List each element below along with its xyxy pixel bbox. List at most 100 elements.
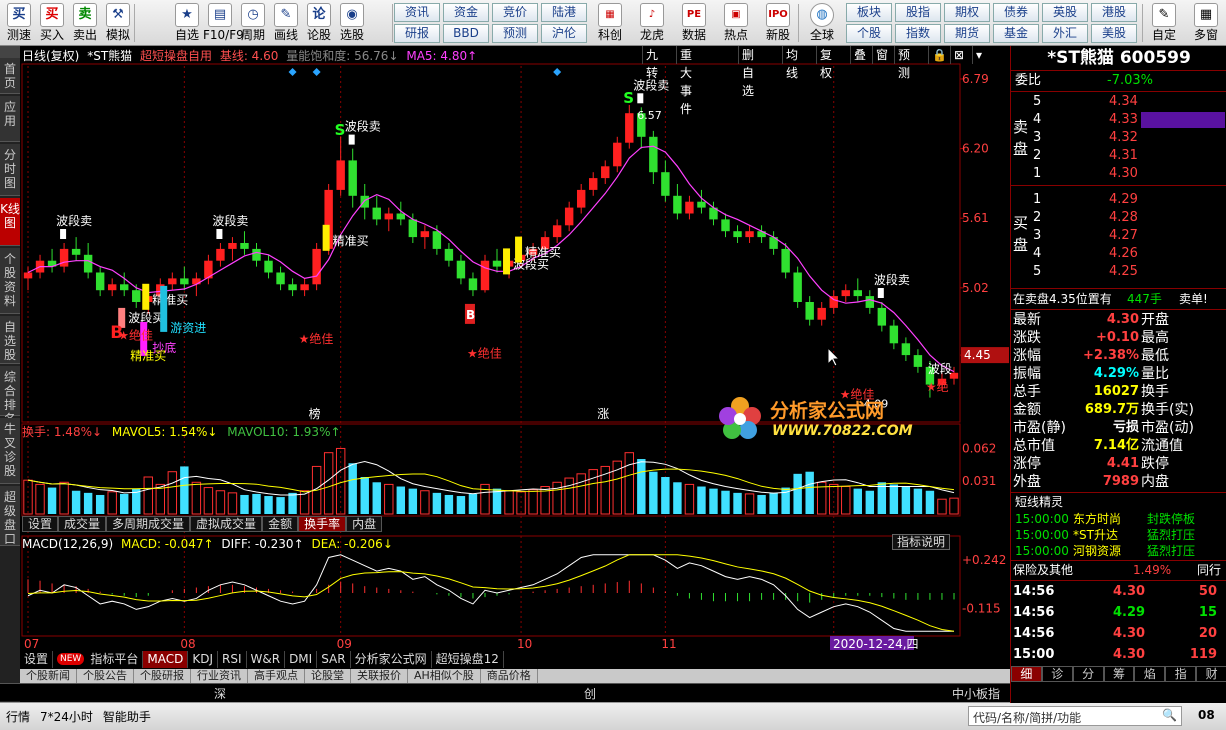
short-row[interactable]: 15:00:00 东方时尚 封跌停板 — [1011, 511, 1226, 527]
toolbar-button-0[interactable]: 买测速 — [2, 2, 36, 44]
sell-row[interactable]: 2 4.31 — [1011, 147, 1226, 165]
grid2-button-1-0[interactable]: 个股 — [846, 24, 892, 43]
volume-subtab-4[interactable]: 金额 — [262, 516, 299, 532]
chart-tool-7[interactable]: 预测 — [894, 46, 913, 80]
grid-button-0-1[interactable]: 资金 — [443, 3, 489, 22]
sell-row[interactable]: 1 4.30 — [1011, 165, 1226, 183]
news-tab-4[interactable]: 高手观点 — [248, 669, 305, 683]
left-tab-3[interactable]: K线图 — [0, 198, 20, 246]
toolbar-icon-button-4[interactable]: IPO 新股 — [758, 2, 798, 44]
chart-tool-10[interactable]: ▾ — [972, 46, 985, 64]
left-tab-6[interactable]: 综合排名 — [0, 366, 20, 426]
grid2-button-0-4[interactable]: 英股 — [1042, 3, 1088, 22]
left-tab-2[interactable]: 分时图 — [0, 144, 20, 196]
globe-button[interactable]: ◍ 全球 — [802, 2, 842, 44]
buy-row[interactable]: 2 4.28 — [1011, 209, 1226, 227]
quote-tab-5[interactable]: 指 — [1165, 666, 1197, 682]
grid2-button-0-5[interactable]: 港股 — [1091, 3, 1137, 22]
left-tab-4[interactable]: 个股资料 — [0, 248, 20, 314]
status-item-1[interactable]: 7*24小时 — [40, 708, 93, 725]
indicator-tab-8[interactable]: 分析家公式网 — [351, 651, 432, 668]
buy-row[interactable]: 4 4.26 — [1011, 245, 1226, 263]
indicator-tab-2[interactable]: MACD — [143, 651, 189, 668]
news-tab-6[interactable]: 关联报价 — [351, 669, 408, 683]
chart-tool-3[interactable]: 均线 — [782, 46, 801, 80]
quote-tab-3[interactable]: 筹 — [1103, 666, 1135, 682]
grid2-button-1-2[interactable]: 期货 — [944, 24, 990, 43]
chart-tool-9[interactable]: ⊠ — [950, 46, 967, 64]
toolbar-button-7[interactable]: ✎ 画线 — [269, 2, 303, 44]
indicator-tab-0[interactable]: 设置 — [20, 651, 54, 668]
toolbar-icon-button-2[interactable]: PE 数据 — [674, 2, 714, 44]
multi-window-button[interactable]: ▦ 多窗 — [1188, 2, 1224, 44]
indicator-tab-4[interactable]: RSI — [218, 651, 247, 668]
quote-tab-1[interactable]: 诊 — [1041, 666, 1073, 682]
news-tab-1[interactable]: 个股公告 — [77, 669, 134, 683]
news-tab-5[interactable]: 论股堂 — [305, 669, 351, 683]
grid2-button-0-1[interactable]: 股指 — [895, 3, 941, 22]
grid2-button-1-4[interactable]: 外汇 — [1042, 24, 1088, 43]
grid2-button-0-0[interactable]: 板块 — [846, 3, 892, 22]
toolbar-button-4[interactable]: ★ 自选 — [170, 2, 204, 44]
toolbar-icon-button-3[interactable]: ▣ 热点 — [716, 2, 756, 44]
search-icon[interactable]: 🔍 — [1162, 708, 1177, 722]
buy-row[interactable]: 3 4.27 — [1011, 227, 1226, 245]
chart-tool-1[interactable]: 重大事件 — [676, 46, 695, 116]
chart-tool-6[interactable]: 窗 — [872, 46, 891, 64]
grid-button-1-2[interactable]: 预测 — [492, 24, 538, 43]
volume-subtab-6[interactable]: 内盘 — [346, 516, 383, 532]
news-tab-3[interactable]: 行业资讯 — [191, 669, 248, 683]
market-shen[interactable]: 深 — [214, 685, 226, 702]
left-tab-5[interactable]: 自选股 — [0, 316, 20, 364]
market-smb[interactable]: 中小板指 — [952, 685, 1000, 702]
status-item-0[interactable]: 行情 — [6, 708, 30, 725]
indicator-tab-5[interactable]: W&R — [247, 651, 286, 668]
buy-row[interactable]: 1 4.29 — [1011, 191, 1226, 209]
short-row[interactable]: 15:00:00 河钢资源 猛烈打压 — [1011, 543, 1226, 559]
grid2-button-1-5[interactable]: 美股 — [1091, 24, 1137, 43]
kline-chart-svg[interactable]: 6.796.205.615.024.454.45波段卖波段卖波段卖波段卖波段卖S… — [20, 46, 1010, 651]
toolbar-button-3[interactable]: ⚒ 模拟 — [101, 2, 135, 44]
grid-button-1-0[interactable]: 研报 — [394, 24, 440, 43]
toolbar-button-9[interactable]: ◉ 选股 — [335, 2, 369, 44]
quote-tab-6[interactable]: 财 — [1196, 666, 1226, 682]
volume-subtab-1[interactable]: 成交量 — [58, 516, 107, 532]
grid-button-1-1[interactable]: BBD — [443, 24, 489, 43]
toolbar-button-6[interactable]: ◷ 周期 — [236, 2, 270, 44]
indicator-tab-1[interactable]: 指标平台 — [86, 651, 144, 668]
grid2-button-1-3[interactable]: 基金 — [993, 24, 1039, 43]
toolbar-button-2[interactable]: 卖卖出 — [68, 2, 102, 44]
indicator-tab-3[interactable]: KDJ — [188, 651, 218, 668]
indicator-help-button[interactable]: 指标说明 — [892, 534, 951, 550]
custom-button[interactable]: ✎ 自定 — [1146, 2, 1182, 44]
left-tab-0[interactable]: 首页 — [0, 58, 20, 94]
grid2-button-0-3[interactable]: 债券 — [993, 3, 1039, 22]
quote-tab-0[interactable]: 细 — [1011, 666, 1042, 682]
volume-subtab-5[interactable]: 换手率 — [298, 516, 347, 532]
toolbar-icon-button-1[interactable]: ♪ 龙虎 — [632, 2, 672, 44]
quote-tab-4[interactable]: 焰 — [1134, 666, 1166, 682]
buy-row[interactable]: 5 4.25 — [1011, 263, 1226, 281]
chart-tool-0[interactable]: 九转 — [642, 46, 661, 80]
toolbar-button-1[interactable]: 买买入 — [35, 2, 69, 44]
news-tab-2[interactable]: 个股研报 — [134, 669, 191, 683]
market-chuang[interactable]: 创 — [584, 685, 596, 702]
left-tab-7[interactable]: 牛叉诊股 — [0, 418, 20, 484]
grid-button-1-3[interactable]: 沪伦 — [541, 24, 587, 43]
indicator-tab-9[interactable]: 超短操盘12 — [432, 651, 504, 668]
sell-row[interactable]: 3 4.32 — [1011, 129, 1226, 147]
grid-button-0-3[interactable]: 陆港 — [541, 3, 587, 22]
toolbar-button-5[interactable]: ▤ F10/F9 — [203, 2, 244, 44]
toolbar-icon-button-0[interactable]: ▦ 科创 — [590, 2, 630, 44]
volume-subtab-0[interactable]: 设置 — [22, 516, 59, 532]
left-tab-8[interactable]: 超级盘口 — [0, 486, 20, 546]
grid-button-0-2[interactable]: 竞价 — [492, 3, 538, 22]
quote-tab-2[interactable]: 分 — [1072, 666, 1104, 682]
grid2-button-0-2[interactable]: 期权 — [944, 3, 990, 22]
chart-tool-4[interactable]: 复权 — [816, 46, 835, 80]
volume-subtab-2[interactable]: 多周期成交量 — [106, 516, 191, 532]
news-tab-7[interactable]: AH相似个股 — [408, 669, 481, 683]
status-item-2[interactable]: 智能助手 — [103, 708, 151, 725]
left-tab-1[interactable]: 应用 — [0, 96, 20, 142]
indicator-tab-6[interactable]: DMI — [285, 651, 318, 668]
